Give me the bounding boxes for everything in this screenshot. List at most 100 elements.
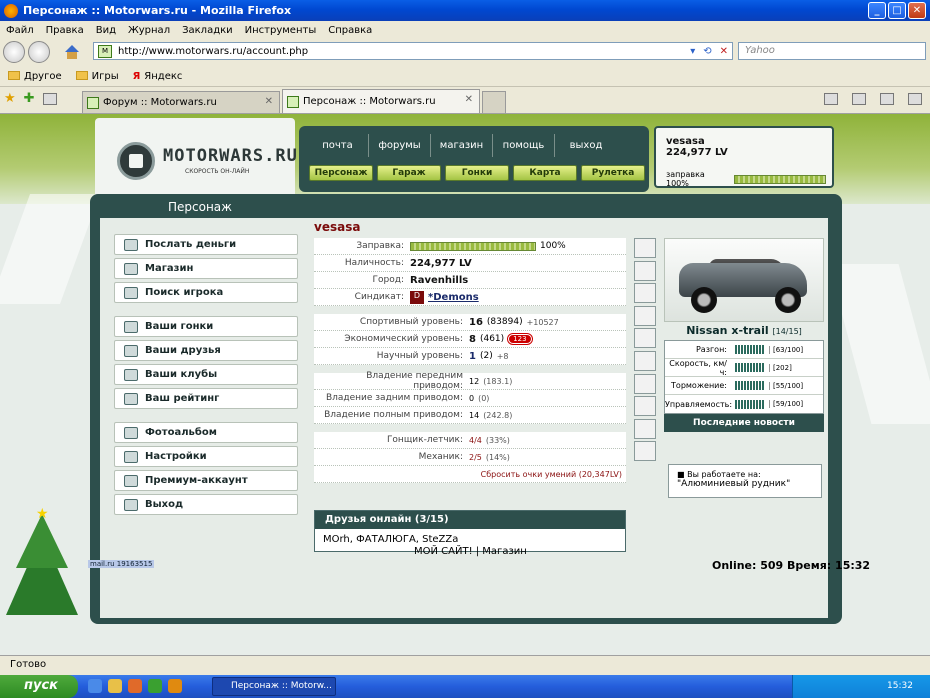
add-bookmark-icon[interactable]: ✚ [24,91,35,106]
shop-button[interactable]: Магазин [114,258,298,279]
nav-forums[interactable]: форумы [369,134,431,157]
equip-exhaust-icon[interactable] [634,283,656,304]
nav-races[interactable]: Гонки [445,165,509,181]
address-bar[interactable]: M http://www.motorwars.ru/account.php ▾ … [93,42,733,60]
fuel-row: Заправка: 100% [314,238,626,255]
nav-exit[interactable]: выход [555,134,617,157]
home-page-icon[interactable] [824,93,838,105]
nav-mail[interactable]: почта [307,134,369,157]
equip-wheel-icon[interactable] [634,418,656,439]
tab-close-icon[interactable]: ✕ [265,96,273,107]
clock[interactable]: 15:32 [887,681,913,691]
tab-forum[interactable]: Форум :: Motorwars.ru ✕ [82,91,280,113]
equip-turbo-icon[interactable] [634,373,656,394]
car-image[interactable] [664,238,824,322]
your-friends-button[interactable]: Ваши друзья [114,340,298,361]
new-tab-button[interactable] [482,91,506,113]
taskbar-firefox-window[interactable]: Персонаж :: Motorw... [212,677,336,696]
app-icon[interactable] [148,679,162,693]
equip-nitro-icon[interactable] [634,305,656,326]
premium-account-button[interactable]: Премиум-аккаунт [114,470,298,491]
menu-tools[interactable]: Инструменты [245,25,317,36]
reload-icon[interactable]: ⟲ [703,46,711,57]
menu-view[interactable]: Вид [96,25,116,36]
menu-bookmarks[interactable]: Закладки [182,25,233,36]
equip-tire-icon[interactable] [634,260,656,281]
nav-character[interactable]: Персонаж [309,165,373,181]
syndicate-link[interactable]: *Demons [428,292,479,303]
your-rating-button[interactable]: Ваш рейтинг [114,388,298,409]
user-summary: vesasa 224,977 LV заправка 100% [654,126,834,188]
nav-help[interactable]: помощь [493,134,555,157]
send-money-button[interactable]: Послать деньги [114,234,298,255]
equip-empty-slot[interactable] [634,441,656,462]
window-titlebar: Персонаж :: Motorwars.ru - Mozilla Firef… [0,0,930,21]
app-icon[interactable] [128,679,142,693]
car-stat-row: Скорость, км/ч: [202] [665,359,823,377]
user-money: 224,977 LV [666,147,728,158]
equip-engine-icon[interactable] [634,350,656,371]
nav-map[interactable]: Карта [513,165,577,181]
front-drive-row: Владение передним приводом: 12 (183.1) [314,371,626,391]
dropdown-icon[interactable]: ▾ [690,46,695,57]
mechanic-skill-row: Механик: 2/5 (14%) [314,449,626,466]
site-favicon-icon: M [98,44,112,58]
city-row: Город: Ravenhills [314,272,626,289]
friends-icon [124,345,138,357]
start-button[interactable]: пуск [0,675,78,698]
settings-button[interactable]: Настройки [114,446,298,467]
firefox-icon[interactable] [168,679,182,693]
star-icon[interactable]: ★ [4,91,16,106]
close-button[interactable]: ✕ [908,2,926,19]
work-place[interactable]: "Алюминиевый рудник" [677,479,813,489]
refuel-bar [733,174,826,184]
nav-shop[interactable]: магазин [431,134,493,157]
search-input[interactable]: Yahoo [738,42,926,60]
minimize-button[interactable]: _ [868,2,886,19]
sliders-icon [124,451,138,463]
equipment-slots [634,238,656,464]
reset-skills-link[interactable]: Сбросить очки умений (20,347LV) [481,470,622,479]
tab-grid-icon[interactable] [42,92,57,105]
equip-gearbox-icon[interactable] [634,396,656,417]
find-player-button[interactable]: Поиск игрока [114,282,298,303]
nav-roulette[interactable]: Рулетка [581,165,645,181]
footer-links[interactable]: МОЙ САЙТ! | Магазин [414,546,527,557]
tab-close-icon[interactable]: ✕ [465,94,473,105]
settings-gear-icon[interactable] [908,93,922,105]
print-icon[interactable] [852,93,866,105]
bookmark-other[interactable]: Другое [8,71,62,82]
menu-edit[interactable]: Правка [46,25,84,36]
back-button[interactable] [3,41,25,63]
syndicate-icon: D [410,290,424,304]
latest-news-header[interactable]: Последние новости [664,414,824,432]
logout-button[interactable]: Выход [114,494,298,515]
camera-icon [124,427,138,439]
home-icon[interactable] [64,45,80,59]
photo-album-button[interactable]: Фотоальбом [114,422,298,443]
rating-chart-icon [124,393,138,405]
forward-button[interactable] [28,41,50,63]
page-icon[interactable] [880,93,894,105]
site-logo[interactable]: MOTORWARS.RU СКОРОСТЬ ОН-ЛАЙН [95,118,297,202]
firefox-icon [4,3,18,18]
stop-icon[interactable]: ✕ [720,46,728,57]
user-name[interactable]: vesasa [666,136,822,147]
equip-brake-icon[interactable] [634,328,656,349]
tab-character[interactable]: Персонаж :: Motorwars.ru ✕ [282,89,480,113]
mailru-counter[interactable]: mail.ru 19163515 [88,560,155,568]
ie-icon[interactable] [88,679,102,693]
your-clubs-button[interactable]: Ваши клубы [114,364,298,385]
nav-garage[interactable]: Гараж [377,165,441,181]
menu-file[interactable]: Файл [6,25,34,36]
menu-history[interactable]: Журнал [128,25,170,36]
tab-bar: ★ ✚ Форум :: Motorwars.ru ✕ Персонаж :: … [0,87,930,114]
equip-suspension-icon[interactable] [634,238,656,258]
maximize-button[interactable]: □ [888,2,906,19]
your-races-button[interactable]: Ваши гонки [114,316,298,337]
rear-drive-row: Владение задним приводом: 0 (0) [314,390,626,407]
bookmark-games[interactable]: Игры [75,71,119,82]
menu-help[interactable]: Справка [328,25,372,36]
bookmark-yandex[interactable]: Я Яндекс [133,71,183,82]
folder-icon[interactable] [108,679,122,693]
